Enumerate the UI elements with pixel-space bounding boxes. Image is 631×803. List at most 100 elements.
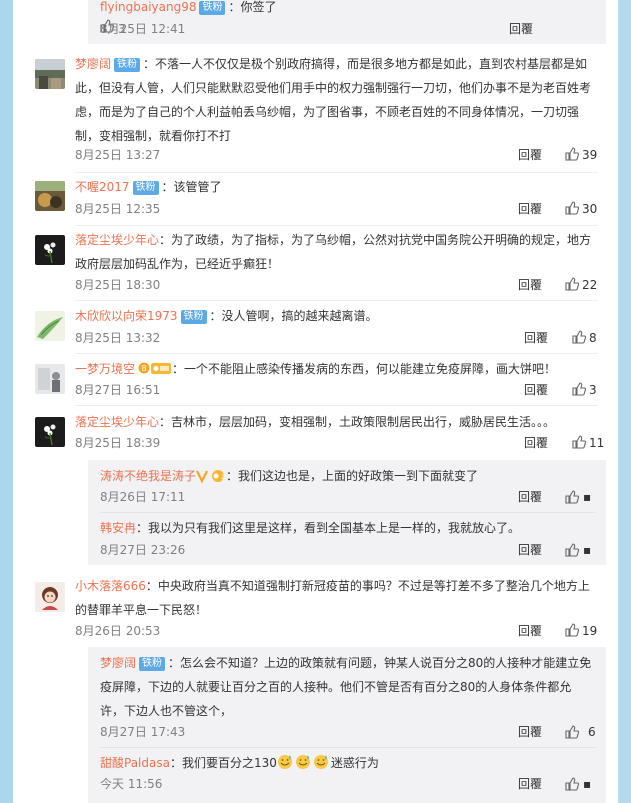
reply-button[interactable]: 回覆	[518, 275, 542, 295]
avatar[interactable]	[35, 311, 65, 341]
comment-panel: flyingbaiyang98 铁粉 ：你签了 8月25日 12:41 回覆 3 梦…	[13, 0, 618, 803]
like-count: 39	[582, 148, 598, 162]
reply-text: flyingbaiyang98 铁粉 ：你签了	[100, 0, 595, 19]
reply-time: 8月25日 12:41	[100, 22, 186, 36]
comment-content: ：该管管了	[161, 180, 222, 194]
avatar[interactable]	[35, 59, 65, 89]
divider	[100, 747, 595, 748]
reply-content: ：我们这边也是，上面的好政策一到下面就变了	[226, 469, 479, 483]
comment-username[interactable]: 不喔2017	[75, 180, 130, 194]
divider	[75, 353, 598, 354]
like-count: 19	[582, 624, 598, 638]
fan-badge: 铁粉	[199, 1, 226, 15]
thumb-up-icon[interactable]	[565, 725, 580, 745]
thumb-up-icon[interactable]	[565, 277, 580, 297]
page-background-strip	[618, 0, 631, 803]
reply-button[interactable]: 回覆	[524, 380, 548, 400]
thumb-up-icon[interactable]	[565, 623, 580, 643]
avatar[interactable]	[35, 417, 65, 447]
reply-content: ：你签了	[228, 0, 277, 14]
reply-time: 8月27日 23:26	[100, 543, 186, 557]
reply-username[interactable]: 涛涛不绝我是涛子	[100, 469, 196, 483]
reply-button[interactable]: 回覆	[524, 433, 548, 453]
reply-button[interactable]: 回覆	[518, 540, 542, 560]
reply-box: 梦廖阔 铁粉 ：怎么会不知道？上边的政策就有问题，钟某人说百分之80的人接种才能建立…	[88, 647, 606, 803]
reply-button[interactable]: 回覆	[518, 199, 542, 219]
comment-username[interactable]: 一梦万境空	[75, 362, 135, 376]
reply-box: 涛涛不绝我是涛子 2 ：我们这边也是，上面的好政策一到下面就变了 8月26日 17:…	[88, 460, 606, 565]
reply-button[interactable]: 回覆	[509, 19, 533, 39]
comment-username[interactable]: 落定尘埃少年心	[75, 233, 159, 247]
thumb-up-icon[interactable]	[565, 777, 580, 797]
comment-time: 8月25日 13:27	[75, 148, 161, 162]
comment-meta: 8月25日 12:35 回覆 30	[75, 199, 598, 219]
reply-button[interactable]: 回覆	[524, 328, 548, 348]
comment-username[interactable]: 木欣欣以向荣1973	[75, 309, 178, 323]
divider	[75, 172, 598, 173]
fan-badge: 铁粉	[114, 58, 141, 72]
comment-text: 木欣欣以向荣1973 铁粉 ：没人管啊，搞的越来越离谱。	[75, 304, 598, 328]
comment-content: ：没人管啊，搞的越来越离谱。	[209, 309, 378, 323]
comment-text: 落定尘埃少年心：吉林市，层层加码，变相强制，土政策限制居民出行，威胁居民生活。。…	[75, 410, 598, 434]
reply-meta: 今天 11:56 回覆 ▪	[100, 774, 595, 794]
thumb-up-icon[interactable]	[565, 147, 580, 167]
thumb-up-icon[interactable]	[572, 382, 587, 402]
reply-time: 今天 11:56	[100, 777, 163, 791]
like-count: 8	[589, 331, 597, 345]
fan-badge: 铁粉	[180, 310, 207, 324]
comment-content: ：不落一人不仅仅是极个别政府搞得，而是很多地方都是如此，直到农村基层都是如此，但…	[75, 57, 592, 143]
comment-meta: 8月25日 18:30 回覆 22	[75, 275, 598, 295]
divider	[75, 225, 598, 226]
comment-content: ：中央政府当真不知道强制打新冠疫苗的事吗？不过是等打差不多了整治几个地方上的替罪…	[75, 579, 590, 617]
thumb-up-icon[interactable]	[565, 543, 580, 563]
avatar[interactable]	[35, 235, 65, 265]
divider	[75, 405, 598, 406]
reply-meta: 8月26日 17:11 回覆 ▪	[100, 487, 595, 507]
avatar[interactable]	[35, 364, 65, 394]
thumb-up-icon[interactable]	[572, 435, 587, 455]
reply-time: 8月26日 17:11	[100, 490, 186, 504]
reply-meta: 8月25日 12:41 回覆 3	[100, 19, 595, 39]
reply-button[interactable]: 回覆	[518, 145, 542, 165]
comment-text: 小木落落666：中央政府当真不知道强制打新冠疫苗的事吗？不过是等打差不多了整治几…	[75, 574, 598, 622]
reply-text: 韩安冉：我以为只有我们这里是这样，看到全国基本上是一样的，我就放心了。	[100, 516, 595, 540]
reply-username[interactable]: flyingbaiyang98	[100, 0, 196, 14]
comment-username[interactable]: 梦廖阔	[75, 57, 111, 71]
more-icon[interactable]: ▪	[583, 774, 591, 794]
comment-time: 8月25日 18:39	[75, 436, 161, 450]
comment-meta: 8月25日 13:32 回覆 8	[75, 328, 598, 348]
reply-button[interactable]: 回覆	[518, 487, 542, 507]
reply-username[interactable]: 梦廖阔	[100, 656, 136, 670]
reply-username[interactable]: 韩安冉	[100, 521, 136, 535]
like-count: 3	[589, 383, 597, 397]
thumb-up-icon[interactable]	[565, 490, 580, 510]
thumb-up-icon[interactable]	[565, 201, 580, 221]
comment-username[interactable]: 落定尘埃少年心	[75, 415, 159, 429]
thumb-up-icon[interactable]	[572, 330, 587, 350]
avatar[interactable]	[35, 181, 65, 211]
reply-meta: 8月27日 23:26 回覆 ▪	[100, 540, 595, 560]
fan-badge: 铁粉	[132, 181, 159, 195]
divider	[75, 300, 598, 301]
avatar[interactable]	[35, 582, 65, 612]
reply-button[interactable]: 回覆	[518, 621, 542, 641]
reply-button[interactable]: 回覆	[518, 774, 542, 794]
reply-content: ：我以为只有我们这里是这样，看到全国基本上是一样的，我就放心了。	[136, 521, 521, 535]
like-count: 6	[588, 725, 596, 739]
more-icon[interactable]: ▪	[583, 487, 591, 507]
more-icon[interactable]: ▪	[583, 540, 591, 560]
comment-username[interactable]: 小木落落666	[75, 579, 146, 593]
comment-content: ：一个不能阻止感染传播发病的东西，何以能建立免疫屏障，画大饼吧！	[172, 362, 557, 376]
reply-text: 梦廖阔 铁粉 ：怎么会不知道？上边的政策就有问题，钟某人说百分之80的人接种才能建立…	[100, 651, 595, 723]
comment-meta: 8月27日 16:51 回覆 3	[75, 380, 598, 400]
svg-text:2: 2	[221, 474, 225, 481]
comment-time: 8月25日 13:32	[75, 331, 161, 345]
reply-username[interactable]: 甜酸Paldasa	[100, 756, 170, 770]
like-count: 22	[582, 278, 598, 292]
comment-time: 8月25日 18:30	[75, 278, 161, 292]
comment-meta: 8月26日 20:53 回覆 19	[75, 621, 598, 641]
reply-button[interactable]: 回覆	[518, 722, 542, 742]
reply-box: flyingbaiyang98 铁粉 ：你签了 8月25日 12:41 回覆 3	[88, 0, 606, 44]
comment-meta: 8月25日 18:39 回覆 11	[75, 433, 604, 455]
svg-text:8: 8	[141, 364, 146, 373]
